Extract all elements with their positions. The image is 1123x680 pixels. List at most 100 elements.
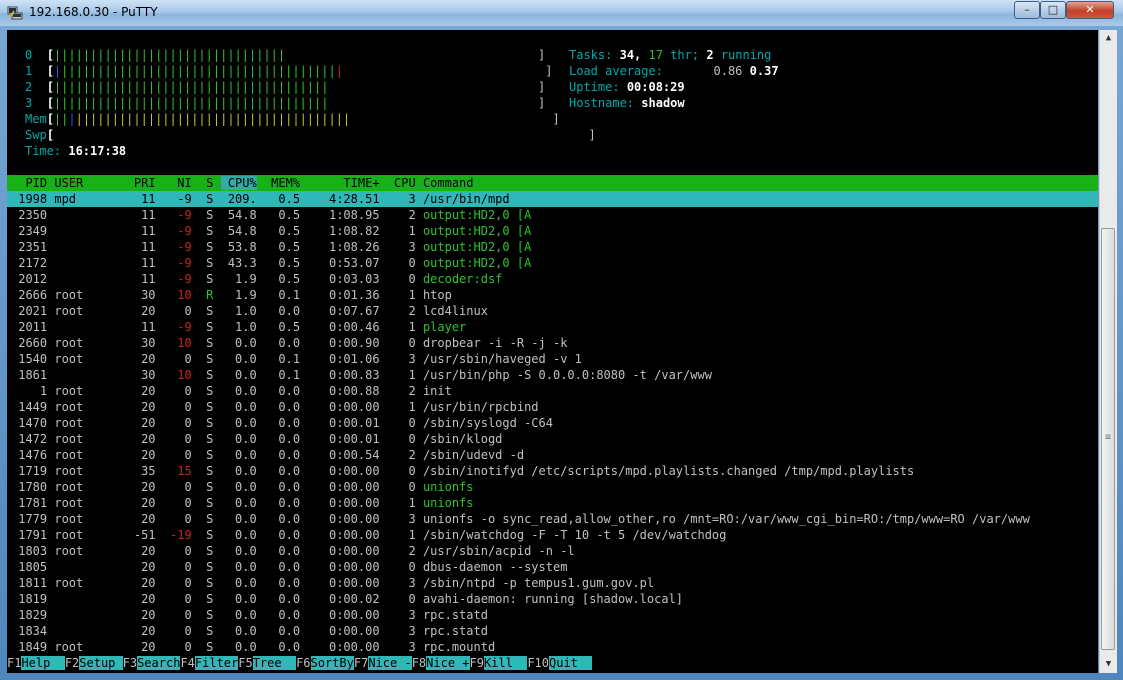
table-row[interactable]: 2666 root 30 10 R 1.9 0.1 0:01.36 1 htop xyxy=(7,287,1098,303)
cell-pid: 1 xyxy=(11,384,48,398)
cell-user xyxy=(54,592,119,606)
cell-command: /usr/sbin/haveged -v 1 xyxy=(422,352,582,366)
cell-pri: 30 xyxy=(126,368,156,382)
footer-key-f6[interactable]: F6 xyxy=(296,656,310,670)
table-row[interactable]: 2011 11 -9 S 1.0 0.5 0:00.46 1 player xyxy=(7,319,1098,335)
cell-pid: 2349 xyxy=(11,224,48,238)
cell-pid: 2660 xyxy=(11,336,48,350)
cell-user: root xyxy=(54,416,120,430)
table-row[interactable]: 1803 root 20 0 S 0.0 0.0 0:00.00 2 /usr/… xyxy=(7,543,1098,559)
cell-cpun: 1 xyxy=(386,400,416,414)
maximize-button[interactable]: □ xyxy=(1040,1,1066,19)
cell-pri: 20 xyxy=(126,576,156,590)
column-header-time[interactable]: TIME+ xyxy=(307,176,379,190)
meter-label: Mem xyxy=(25,112,47,126)
table-row[interactable]: 2021 root 20 0 S 1.0 0.0 0:07.67 2 lcd4l… xyxy=(7,303,1098,319)
table-row[interactable]: 1791 root -51 -19 S 0.0 0.0 0:00.00 1 /s… xyxy=(7,527,1098,543)
table-row[interactable]: 1 root 20 0 S 0.0 0.0 0:00.88 2 init xyxy=(7,383,1098,399)
scroll-up-arrow-icon[interactable]: ▲ xyxy=(1100,30,1117,47)
cell-ni: 0 xyxy=(162,592,192,606)
table-row[interactable]: 1780 root 20 0 S 0.0 0.0 0:00.00 0 union… xyxy=(7,479,1098,495)
cell-user xyxy=(54,320,119,334)
footer-key-f9[interactable]: F9 xyxy=(470,656,484,670)
cell-cpu: 209. xyxy=(220,192,257,206)
table-row[interactable]: 2349 11 -9 S 54.8 0.5 1:08.82 1 output:H… xyxy=(7,223,1098,239)
process-table-header[interactable]: PID USER PRI NI S CPU% MEM% TIME+ CPU Co… xyxy=(7,175,1098,191)
scroll-down-arrow-icon[interactable]: ▼ xyxy=(1100,656,1117,673)
cell-cpun: 1 xyxy=(386,368,416,382)
table-row[interactable]: 1834 20 0 S 0.0 0.0 0:00.00 3 rpc.statd xyxy=(7,623,1098,639)
column-header-pri[interactable]: PRI xyxy=(127,176,156,190)
close-button[interactable]: ✕ xyxy=(1066,1,1114,19)
table-row[interactable]: 1449 root 20 0 S 0.0 0.0 0:00.00 1 /usr/… xyxy=(7,399,1098,415)
cell-cpun: 3 xyxy=(386,240,416,254)
meter-close: ] xyxy=(537,48,546,62)
vertical-scrollbar[interactable]: ▲ ≡ ▼ xyxy=(1099,30,1117,673)
footer-key-f1[interactable]: F1 xyxy=(7,656,21,670)
table-row[interactable]: 1476 root 20 0 S 0.0 0.0 0:00.54 2 /sbin… xyxy=(7,447,1098,463)
footer-label-f4[interactable]: Filter xyxy=(194,656,239,670)
table-row[interactable]: 1805 20 0 S 0.0 0.0 0:00.00 0 dbus-daemo… xyxy=(7,559,1098,575)
footer-key-f10[interactable]: F10 xyxy=(527,656,549,670)
table-row[interactable]: 1819 20 0 S 0.0 0.0 0:00.02 0 avahi-daem… xyxy=(7,591,1098,607)
footer-label-f7[interactable]: Nice - xyxy=(368,656,412,670)
table-row[interactable]: 1861 30 10 S 0.0 0.1 0:00.83 1 /usr/bin/… xyxy=(7,367,1098,383)
table-row[interactable]: 1719 root 35 15 S 0.0 0.0 0:00.00 0 /sbi… xyxy=(7,463,1098,479)
table-row[interactable]: 1472 root 20 0 S 0.0 0.0 0:00.01 0 /sbin… xyxy=(7,431,1098,447)
cell-pid: 1803 xyxy=(11,544,48,558)
footer-label-f9[interactable]: Kill xyxy=(483,656,528,670)
cell-pid: 1449 xyxy=(11,400,48,414)
cell-ni: 0 xyxy=(162,400,192,414)
table-row[interactable]: 1829 20 0 S 0.0 0.0 0:00.00 3 rpc.statd xyxy=(7,607,1098,623)
cell-s: S xyxy=(198,400,214,414)
table-row[interactable]: 1998 mpd 11 -9 S 209. 0.5 4:28.51 3 /usr… xyxy=(7,191,1098,207)
cell-mem: 0.0 xyxy=(263,560,301,574)
cell-cpu: 0.0 xyxy=(220,352,257,366)
cell-mem: 0.5 xyxy=(263,208,301,222)
footer-label-f5[interactable]: Tree xyxy=(252,656,297,670)
minimize-button[interactable]: – xyxy=(1014,1,1040,19)
cell-user xyxy=(54,368,119,382)
column-header-cpu[interactable]: CPU% xyxy=(220,176,257,190)
column-header-cmd[interactable]: Command xyxy=(423,176,474,190)
column-header-user[interactable]: USER xyxy=(54,176,119,190)
grip-icon: ≡ xyxy=(1105,432,1112,443)
cell-command: /sbin/udevd -d xyxy=(422,448,525,462)
column-header-mem[interactable]: MEM% xyxy=(264,176,300,190)
footer-label-f8[interactable]: Nice + xyxy=(426,656,470,670)
footer-key-f5[interactable]: F5 xyxy=(238,656,252,670)
column-header-cpun[interactable]: CPU xyxy=(387,176,416,190)
table-row[interactable]: 2350 11 -9 S 54.8 0.5 1:08.95 2 output:H… xyxy=(7,207,1098,223)
footer-key-f3[interactable]: F3 xyxy=(123,656,137,670)
cell-command: decoder:dsf xyxy=(422,272,503,286)
table-row[interactable]: 2660 root 30 10 S 0.0 0.0 0:00.90 0 drop… xyxy=(7,335,1098,351)
footer-label-f10[interactable]: Quit xyxy=(549,656,593,670)
column-header-s[interactable]: S xyxy=(199,176,213,190)
footer-key-f8[interactable]: F8 xyxy=(412,656,426,670)
footer-key-f2[interactable]: F2 xyxy=(65,656,79,670)
table-row[interactable]: 2351 11 -9 S 53.8 0.5 1:08.26 3 output:H… xyxy=(7,239,1098,255)
meter-label: 1 xyxy=(25,64,33,78)
footer-key-f7[interactable]: F7 xyxy=(354,656,368,670)
footer-key-f4[interactable]: F4 xyxy=(180,656,194,670)
table-row[interactable]: 1540 root 20 0 S 0.0 0.1 0:01.06 3 /usr/… xyxy=(7,351,1098,367)
column-header-ni[interactable]: NI xyxy=(163,176,191,190)
cell-ni: 10 xyxy=(162,336,192,350)
cell-ni: 0 xyxy=(162,544,192,558)
table-row[interactable]: 1781 root 20 0 S 0.0 0.0 0:00.00 1 union… xyxy=(7,495,1098,511)
mem-meter: Mem[||||||||||||||||||||||||||||||||||||… xyxy=(25,112,560,126)
footer-label-f1[interactable]: Help xyxy=(21,656,65,670)
table-row[interactable]: 1470 root 20 0 S 0.0 0.0 0:00.01 0 /sbin… xyxy=(7,415,1098,431)
terminal-screen[interactable]: 0 [|||||||||||||||||||||||||||||||| ] 1 … xyxy=(7,30,1098,673)
footer-label-f2[interactable]: Setup xyxy=(79,656,123,670)
table-row[interactable]: 1849 root 20 0 S 0.0 0.0 0:00.00 3 rpc.m… xyxy=(7,639,1098,655)
cell-ni: -9 xyxy=(162,256,192,270)
table-row[interactable]: 2012 11 -9 S 1.9 0.5 0:03.03 0 decoder:d… xyxy=(7,271,1098,287)
table-row[interactable]: 1811 root 20 0 S 0.0 0.0 0:00.00 3 /sbin… xyxy=(7,575,1098,591)
table-row[interactable]: 2172 11 -9 S 43.3 0.5 0:53.07 0 output:H… xyxy=(7,255,1098,271)
table-row[interactable]: 1779 root 20 0 S 0.0 0.0 0:00.00 3 union… xyxy=(7,511,1098,527)
footer-label-f6[interactable]: SortBy xyxy=(310,656,354,670)
title-bar[interactable]: 192.168.0.30 - PuTTY – □ ✕ xyxy=(0,0,1123,26)
column-header-pid[interactable]: PID xyxy=(11,176,47,190)
footer-label-f3[interactable]: Search xyxy=(137,656,181,670)
